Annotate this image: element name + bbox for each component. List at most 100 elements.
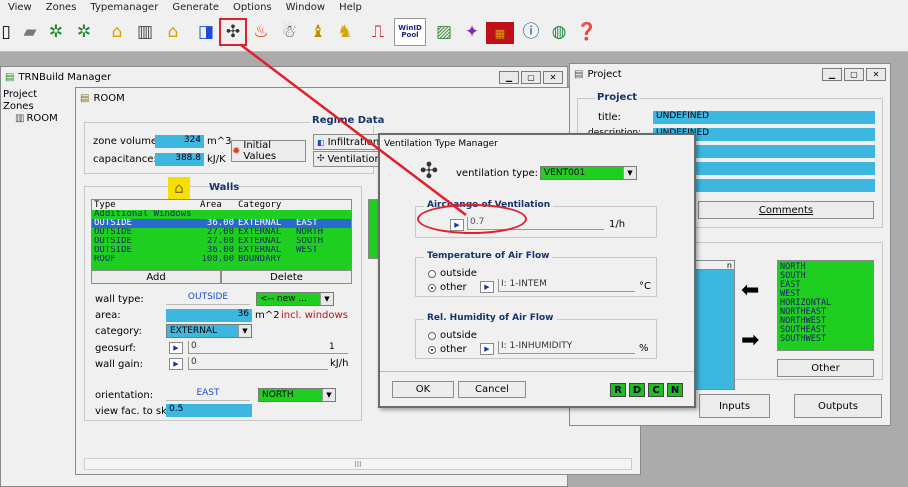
close-button[interactable]: ✕ bbox=[866, 67, 886, 81]
horizontal-scrollbar[interactable]: III bbox=[84, 458, 632, 470]
tree-icon[interactable]: ✲ bbox=[70, 18, 98, 46]
n-button[interactable]: N bbox=[667, 383, 683, 397]
geosurf-label: geosurf: bbox=[95, 343, 136, 354]
outputs-button[interactable]: Outputs bbox=[794, 394, 882, 418]
temperature-field[interactable]: I: 1-INTEM bbox=[498, 279, 635, 292]
humidity-other-radio[interactable]: other bbox=[428, 344, 467, 355]
wall-gain-field[interactable]: 0 bbox=[188, 357, 328, 370]
tree-room[interactable]: ▥ ROOM bbox=[3, 113, 73, 125]
paint-icon[interactable]: ▨ bbox=[430, 18, 458, 46]
house-icon[interactable]: ⌂ bbox=[103, 18, 131, 46]
orientation-list-item[interactable]: SOUTHWEST bbox=[780, 335, 873, 344]
calendar-icon[interactable]: ▦ bbox=[486, 22, 514, 44]
walls-header: Type Area Category bbox=[92, 200, 351, 210]
menu-options[interactable]: Options bbox=[233, 2, 272, 13]
geosurf-field[interactable]: 0 bbox=[188, 341, 348, 354]
temperature-other-radio[interactable]: other bbox=[428, 282, 467, 293]
orientation-value[interactable]: EAST bbox=[166, 388, 250, 401]
wall-row-type: OUTSIDE bbox=[94, 237, 132, 246]
category-combo[interactable]: EXTERNAL ▼ bbox=[166, 324, 252, 338]
arrow-left-icon[interactable]: ⬅ bbox=[741, 280, 759, 302]
maximize-button[interactable]: ▢ bbox=[844, 67, 864, 81]
add-wall-button[interactable]: Add bbox=[91, 270, 221, 284]
project-title-field[interactable]: UNDEFINED bbox=[653, 111, 875, 124]
zone-volume-field[interactable]: 324 bbox=[155, 135, 204, 148]
arrow-right-icon[interactable]: ➡ bbox=[741, 330, 759, 352]
temperature-outside-radio[interactable]: outside bbox=[428, 268, 477, 279]
ventilation-button[interactable]: ✣ Ventilation bbox=[313, 151, 383, 167]
table-row[interactable]: Additional Windows bbox=[92, 210, 351, 219]
snowman-icon[interactable]: ☃ bbox=[275, 18, 303, 46]
r-button[interactable]: R bbox=[610, 383, 626, 397]
layers-icon[interactable]: ▥ bbox=[131, 18, 159, 46]
humidity-field[interactable]: I: 1-INHUMIDITY bbox=[498, 341, 635, 354]
other-orientation-button[interactable]: Other bbox=[777, 359, 874, 377]
c-button[interactable]: C bbox=[648, 383, 664, 397]
area-field[interactable]: 36 bbox=[166, 309, 252, 322]
fan-icon: ✣ bbox=[419, 159, 439, 184]
wall-row-area: 36.00 bbox=[206, 246, 234, 255]
minimize-button[interactable]: ▁ bbox=[499, 70, 519, 84]
orientation-combo[interactable]: NORTH ▼ bbox=[258, 388, 336, 402]
table-row[interactable]: OUTSIDE 36.00 EXTERNAL EAST bbox=[92, 219, 351, 228]
input-link-icon[interactable]: ▶ bbox=[480, 343, 494, 355]
tree-project[interactable]: Project bbox=[3, 89, 73, 101]
menu-generate[interactable]: Generate bbox=[172, 2, 219, 13]
geosurf-max: 1 bbox=[329, 342, 335, 352]
menu-window[interactable]: Window bbox=[286, 2, 325, 13]
comments-button[interactable]: Comments bbox=[698, 201, 874, 219]
initial-values-button[interactable]: ✹ Initial Values bbox=[231, 140, 306, 162]
pulse-icon[interactable]: ⎍ bbox=[364, 18, 392, 46]
maximize-button[interactable]: ▢ bbox=[521, 70, 541, 84]
wall-type-value[interactable]: OUTSIDE bbox=[166, 292, 250, 305]
delete-wall-button[interactable]: Delete bbox=[221, 270, 352, 284]
tree-zones[interactable]: Zones bbox=[3, 101, 73, 113]
info-icon[interactable]: ⓘ bbox=[517, 18, 545, 46]
minimize-button[interactable]: ▁ bbox=[822, 67, 842, 81]
walls-header-type: Type bbox=[94, 200, 116, 210]
wall-row-orientation: NORTH bbox=[296, 228, 324, 237]
tree-icon[interactable]: ✲ bbox=[42, 18, 70, 46]
view-fac-field[interactable]: 0.5 bbox=[166, 404, 252, 417]
menu-typemanager[interactable]: Typemanager bbox=[90, 2, 158, 13]
wall-row-area bbox=[174, 210, 238, 219]
window-house-icon[interactable]: ⌂ bbox=[159, 18, 187, 46]
menu-view[interactable]: View bbox=[8, 2, 32, 13]
highlight-circle bbox=[417, 204, 527, 234]
capacitance-field[interactable]: 388.8 bbox=[155, 153, 204, 166]
folder-icon[interactable]: ▰ bbox=[16, 18, 44, 46]
table-row[interactable]: OUTSIDE 27.00 EXTERNAL SOUTH bbox=[92, 237, 351, 246]
wall-row-type: Additional Windows bbox=[94, 210, 192, 219]
d-button[interactable]: D bbox=[629, 383, 645, 397]
input-link-icon[interactable]: ▶ bbox=[169, 342, 183, 354]
ventilation-type-combo[interactable]: VENT001 ▼ bbox=[540, 166, 637, 180]
help-book-icon[interactable]: ❓ bbox=[573, 18, 601, 46]
table-row[interactable]: OUTSIDE 27.00 EXTERNAL NORTH bbox=[92, 228, 351, 237]
menu-help[interactable]: Help bbox=[339, 2, 362, 13]
inputs-button[interactable]: Inputs bbox=[699, 394, 770, 418]
wall-row-category: BOUNDARY bbox=[238, 255, 282, 264]
person-icon[interactable]: ♞ bbox=[331, 18, 359, 46]
wall-row-orientation bbox=[296, 210, 346, 219]
ok-button[interactable]: OK bbox=[392, 381, 454, 398]
orientation-list[interactable]: NORTH SOUTH EAST WEST HORIZONTAL NORTHEAST NOR… bbox=[777, 260, 874, 351]
candle-icon[interactable]: ♝ bbox=[304, 18, 332, 46]
window-icon[interactable]: ◨ bbox=[192, 18, 220, 46]
cancel-button[interactable]: Cancel bbox=[458, 381, 526, 398]
wall-new-combo[interactable]: <-- new ... ▼ bbox=[256, 292, 334, 306]
wind-pool-icon[interactable]: WinID Pool bbox=[394, 18, 426, 46]
humidity-outside-radio[interactable]: outside bbox=[428, 330, 477, 341]
infiltration-button[interactable]: ◧ Infiltration bbox=[313, 134, 383, 150]
wall-row-orientation: EAST bbox=[296, 219, 318, 228]
chevron-down-icon: ▼ bbox=[320, 293, 333, 305]
menu-zones[interactable]: Zones bbox=[46, 2, 77, 13]
table-row[interactable]: OUTSIDE 36.00 EXTERNAL WEST bbox=[92, 246, 351, 255]
wand-icon[interactable]: ✦ bbox=[458, 18, 486, 46]
fan-icon[interactable]: ✣ bbox=[219, 18, 247, 46]
fire-icon[interactable]: ♨ bbox=[247, 18, 275, 46]
close-button[interactable]: ✕ bbox=[543, 70, 563, 84]
input-link-icon[interactable]: ▶ bbox=[169, 358, 183, 370]
input-link-icon[interactable]: ▶ bbox=[480, 281, 494, 293]
globe-icon[interactable]: ◍ bbox=[545, 18, 573, 46]
table-row[interactable]: ROOF 108.00 BOUNDARY bbox=[92, 255, 351, 264]
